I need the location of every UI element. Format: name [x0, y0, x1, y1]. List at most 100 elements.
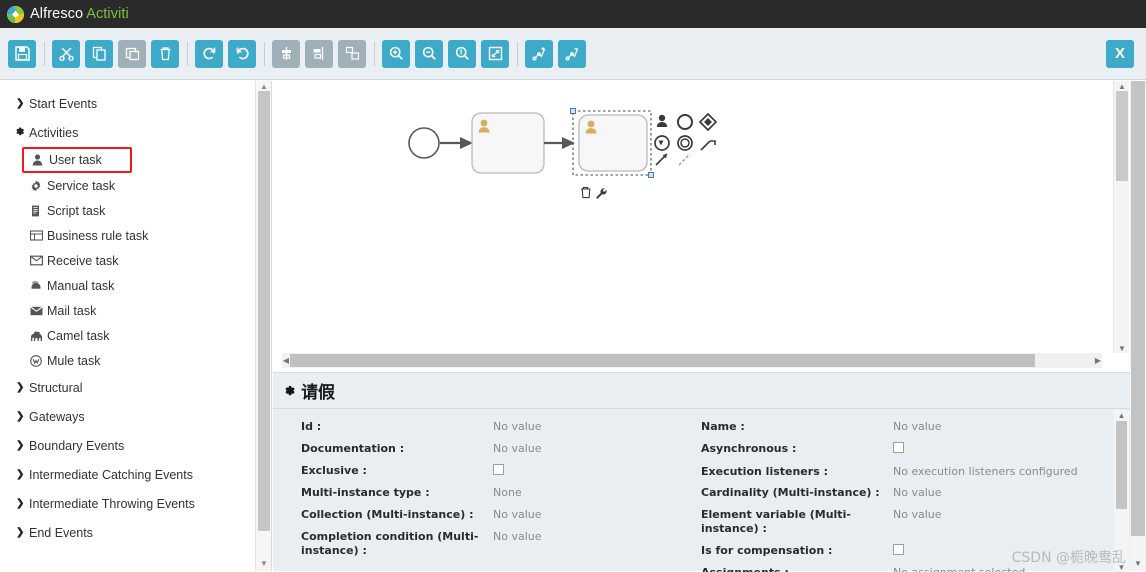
property-value[interactable]: None: [493, 486, 522, 500]
property-label: Exclusive :: [301, 464, 493, 478]
is-for-compensation-checkbox[interactable]: [893, 544, 904, 555]
canvas-scroll-right-icon[interactable]: ▶: [1094, 353, 1102, 368]
palette-group-activities[interactable]: ✽ Activities: [0, 118, 271, 147]
palette-group-gateways[interactable]: ❯ Gateways: [0, 402, 271, 431]
save-button[interactable]: [8, 40, 36, 68]
bpmn-diagram: [282, 81, 1112, 353]
property-label: Element variable (Multi-instance) :: [701, 508, 893, 536]
asynchronous-checkbox[interactable]: [893, 442, 904, 453]
palette-group-structural[interactable]: ❯ Structural: [0, 373, 271, 402]
context-association-icon: [679, 154, 690, 165]
paste-button[interactable]: [118, 40, 146, 68]
palette-group-label: Activities: [29, 126, 78, 140]
property-label: Assignments :: [701, 566, 893, 572]
property-label: Collection (Multi-instance) :: [301, 508, 493, 522]
property-label: Completion condition (Multi-instance) :: [301, 530, 493, 558]
copy-button[interactable]: [85, 40, 113, 68]
delete-button[interactable]: [151, 40, 179, 68]
align-vertical-button[interactable]: [272, 40, 300, 68]
palette-group-label: End Events: [29, 526, 93, 540]
property-row-completion-condition: Completion condition (Multi-instance) : …: [301, 530, 683, 558]
toolbar-separator: [187, 42, 188, 66]
palette-item-mule-task[interactable]: Mule task: [0, 348, 271, 373]
redo-button[interactable]: [195, 40, 223, 68]
palette-item-label: Script task: [47, 204, 105, 218]
zoom-fit-button[interactable]: [481, 40, 509, 68]
zoom-out-button[interactable]: [415, 40, 443, 68]
same-size-button[interactable]: [338, 40, 366, 68]
property-value: [493, 464, 504, 479]
page-scroll-down-icon[interactable]: ▼: [1130, 557, 1146, 569]
close-editor-button[interactable]: X: [1106, 40, 1134, 68]
property-value[interactable]: No execution listeners configured: [893, 465, 1078, 479]
context-sequence-flow-icon: [656, 154, 667, 165]
canvas-horizontal-scroll-thumb[interactable]: [290, 354, 1035, 367]
start-event: [409, 128, 439, 158]
chevron-right-icon: ❯: [16, 440, 29, 451]
context-throwing-event-icon: [678, 136, 692, 150]
palette-item-service-task[interactable]: Service task: [0, 173, 271, 198]
properties-scroll-thumb[interactable]: [1116, 421, 1127, 509]
palette-group-intermediate-throwing-events[interactable]: ❯ Intermediate Throwing Events: [0, 489, 271, 518]
palette-item-camel-task[interactable]: Camel task: [0, 323, 271, 348]
palette-item-script-task[interactable]: Script task: [0, 198, 271, 223]
page-scroll-thumb[interactable]: [1131, 81, 1145, 536]
properties-header[interactable]: ✽ 请假: [273, 373, 1146, 409]
undo-button[interactable]: [228, 40, 256, 68]
properties-scroll-up-icon[interactable]: ▲: [1114, 410, 1129, 420]
palette-group-intermediate-catching-events[interactable]: ❯ Intermediate Catching Events: [0, 460, 271, 489]
canvas-scroll-left-icon[interactable]: ◀: [282, 353, 290, 368]
editor-toolbar: X: [0, 28, 1146, 80]
context-pad: [655, 114, 716, 165]
property-value[interactable]: No value: [493, 508, 542, 522]
palette-item-label: Mail task: [47, 304, 96, 318]
palette-item-manual-task[interactable]: Manual task: [0, 273, 271, 298]
palette-item-user-task[interactable]: User task: [22, 147, 132, 173]
palette-item-mail-task[interactable]: Mail task: [0, 298, 271, 323]
property-value[interactable]: No value: [893, 486, 942, 500]
property-row-documentation: Documentation : No value: [301, 442, 683, 456]
scroll-up-arrow-icon[interactable]: ▲: [256, 81, 272, 91]
palette-scrollbar[interactable]: ▲ ▼: [255, 81, 271, 571]
alfresco-pinwheel-icon: [7, 6, 24, 23]
properties-panel: ✽ 请假 Id : No value Documentation : No va…: [273, 372, 1146, 571]
stencil-palette: ❯ Start Events ✽ Activities User task Se…: [0, 81, 272, 571]
user-icon: [32, 154, 49, 166]
canvas-vertical-scroll-thumb[interactable]: [1116, 91, 1128, 181]
page-vertical-scrollbar[interactable]: ▼: [1130, 81, 1146, 571]
exclusive-checkbox[interactable]: [493, 464, 504, 475]
cut-button[interactable]: [52, 40, 80, 68]
property-row-is-for-compensation: Is for compensation :: [701, 544, 1093, 559]
align-horizontal-button[interactable]: [305, 40, 333, 68]
bpmn-canvas[interactable]: [282, 81, 1112, 353]
property-row-element-variable: Element variable (Multi-instance) : No v…: [701, 508, 1093, 536]
add-bendpoint-button[interactable]: [525, 40, 553, 68]
chevron-right-icon: ❯: [16, 98, 29, 109]
mail-icon: [30, 306, 47, 316]
property-value[interactable]: No value: [893, 508, 942, 522]
property-value[interactable]: No value: [893, 420, 942, 434]
properties-scrollbar[interactable]: ▲ ▼: [1114, 410, 1129, 572]
zoom-actual-button[interactable]: [448, 40, 476, 68]
zoom-in-button[interactable]: [382, 40, 410, 68]
table-icon: [30, 230, 47, 241]
remove-bendpoint-button[interactable]: [558, 40, 586, 68]
canvas-scroll-down-icon[interactable]: ▼: [1114, 343, 1130, 353]
property-value[interactable]: No assignment selected: [893, 566, 1025, 572]
property-value[interactable]: No value: [493, 420, 542, 434]
property-value[interactable]: No value: [493, 530, 542, 544]
canvas-horizontal-scrollbar[interactable]: ◀ ▶: [282, 353, 1102, 368]
palette-group-end-events[interactable]: ❯ End Events: [0, 518, 271, 547]
scroll-down-arrow-icon[interactable]: ▼: [256, 558, 272, 568]
mule-icon: [30, 355, 47, 367]
palette-scroll-thumb[interactable]: [258, 91, 270, 531]
property-row-assignments: Assignments : No assignment selected: [701, 566, 1093, 572]
canvas-scroll-up-icon[interactable]: ▲: [1114, 81, 1130, 91]
resize-handle-tl: [571, 109, 576, 114]
palette-group-boundary-events[interactable]: ❯ Boundary Events: [0, 431, 271, 460]
property-value[interactable]: No value: [493, 442, 542, 456]
palette-item-receive-task[interactable]: Receive task: [0, 248, 271, 273]
palette-group-start-events[interactable]: ❯ Start Events: [0, 89, 271, 118]
palette-item-business-rule-task[interactable]: Business rule task: [0, 223, 271, 248]
canvas-vertical-scrollbar[interactable]: ▲ ▼: [1113, 81, 1129, 353]
